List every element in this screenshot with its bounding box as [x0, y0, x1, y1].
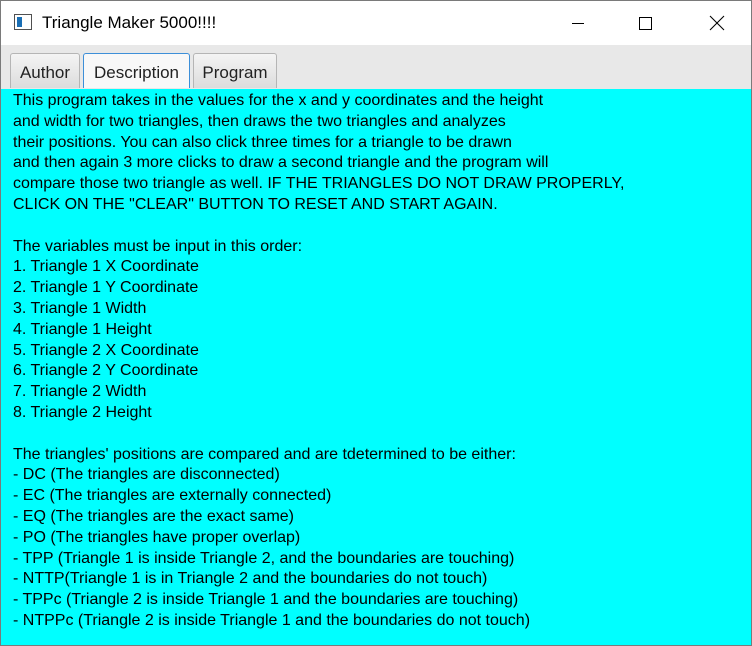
app-window-icon: [14, 14, 32, 30]
tab-bar: Author Description Program: [1, 45, 751, 89]
variable-item: 8. Triangle 2 Height: [13, 403, 152, 421]
close-button[interactable]: [694, 1, 740, 45]
intro-paragraph: This program takes in the values for the…: [13, 92, 625, 213]
app-window: Triangle Maker 5000!!!! Author Descripti…: [0, 0, 752, 646]
position-item: - PO (The triangles have proper overlap): [13, 528, 301, 546]
position-item: - TPPc (Triangle 2 is inside Triangle 1 …: [13, 591, 519, 609]
close-icon: [709, 15, 725, 31]
title-bar[interactable]: Triangle Maker 5000!!!!: [1, 1, 751, 45]
position-item: - EC (The triangles are externally conne…: [13, 487, 332, 505]
position-item: - EQ (The triangles are the exact same): [13, 507, 294, 525]
description-panel: This program takes in the values for the…: [1, 89, 751, 645]
minimize-button[interactable]: [555, 1, 601, 45]
variable-item: 4. Triangle 1 Height: [13, 320, 152, 338]
window-title: Triangle Maker 5000!!!!: [42, 13, 217, 32]
variable-item: 7. Triangle 2 Width: [13, 383, 147, 401]
minimize-icon: [572, 22, 584, 24]
position-item: - DC (The triangles are disconnected): [13, 466, 280, 484]
position-item: - NTTP(Triangle 1 is in Triangle 2 and t…: [13, 570, 488, 588]
variable-item: 5. Triangle 2 X Coordinate: [13, 341, 199, 359]
variable-item: 1. Triangle 1 X Coordinate: [13, 258, 199, 276]
variable-item: 2. Triangle 1 Y Coordinate: [13, 279, 199, 297]
position-item: - TPP (Triangle 1 is inside Triangle 2, …: [13, 549, 515, 567]
variable-item: 3. Triangle 1 Width: [13, 299, 147, 317]
variables-heading: The variables must be input in this orde…: [13, 237, 303, 255]
variable-item: 6. Triangle 2 Y Coordinate: [13, 362, 199, 380]
position-item: - NTPPc (Triangle 2 is inside Triangle 1…: [13, 611, 531, 629]
tab-program[interactable]: Program: [193, 53, 277, 88]
tab-author[interactable]: Author: [10, 53, 80, 88]
maximize-icon: [638, 16, 652, 30]
description-text: This program takes in the values for the…: [13, 91, 745, 632]
positions-heading: The triangles' positions are compared an…: [13, 445, 516, 463]
tab-description[interactable]: Description: [83, 53, 190, 88]
maximize-button[interactable]: [622, 1, 668, 45]
